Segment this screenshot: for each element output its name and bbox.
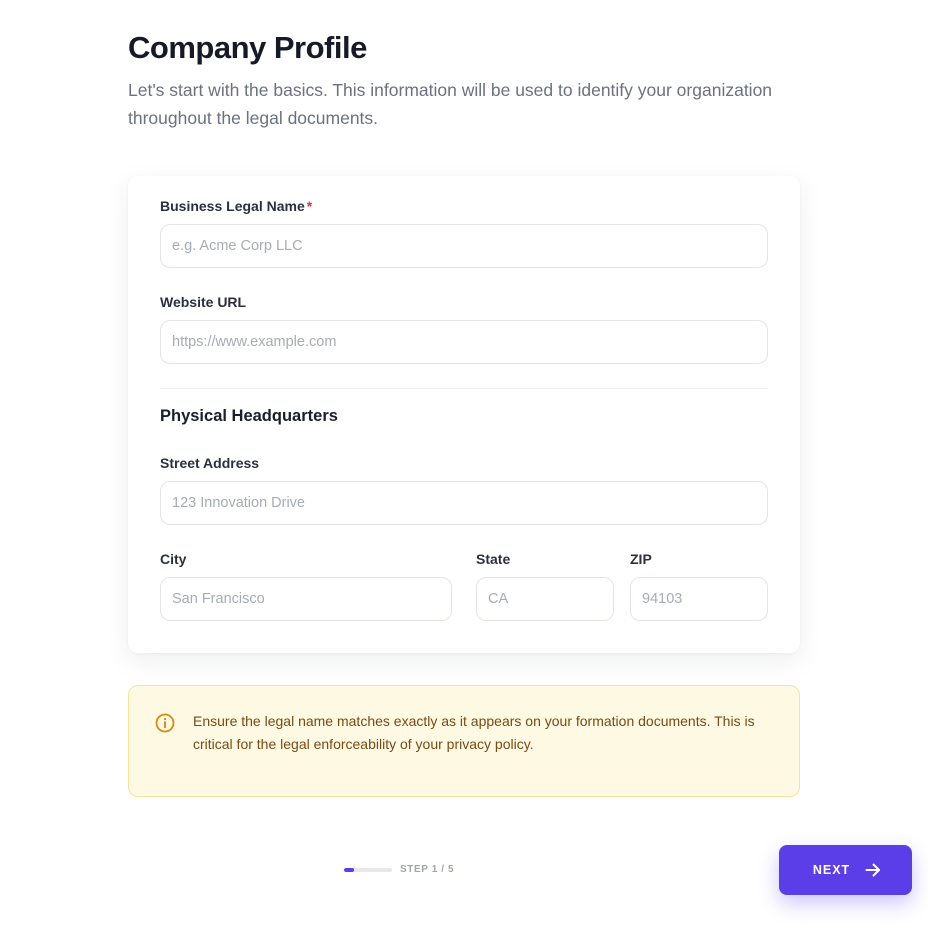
step-progress-fill: [344, 868, 354, 872]
website-url-label: Website URL: [160, 294, 247, 310]
business-name-label-text: Business Legal Name: [160, 198, 305, 214]
alert-message: Ensure the legal name matches exactly as…: [193, 713, 755, 752]
legal-name-alert: Ensure the legal name matches exactly as…: [128, 685, 800, 797]
required-asterisk: *: [306, 198, 313, 214]
street-address-label: Street Address: [160, 455, 260, 471]
city-label: City: [160, 551, 187, 567]
city-input[interactable]: [160, 577, 452, 621]
page-subtitle: Let's start with the basics. This inform…: [128, 80, 773, 128]
hq-section-title: Physical Headquarters: [160, 407, 338, 425]
zip-label: ZIP: [630, 551, 652, 567]
state-label: State: [476, 551, 511, 567]
next-button-label: NEXT: [812, 863, 851, 877]
company-profile-page: Company Profile Let's start with the bas…: [0, 0, 928, 951]
arrow-right-icon: [865, 863, 881, 877]
form-card: Business Legal Name* Website URL Physica…: [128, 176, 800, 653]
zip-input[interactable]: [630, 577, 768, 621]
section-divider: [160, 388, 768, 389]
street-address-input[interactable]: [160, 481, 768, 525]
step-indicator: STEP 1 / 5: [400, 864, 455, 875]
next-button[interactable]: NEXT: [779, 845, 912, 895]
step-progress-bar: [344, 868, 392, 872]
business-name-label: Business Legal Name *: [160, 198, 312, 214]
page-title: Company Profile: [128, 30, 367, 65]
info-icon: [155, 713, 175, 733]
website-url-input[interactable]: [160, 320, 768, 364]
state-input[interactable]: [476, 577, 614, 621]
business-name-input[interactable]: [160, 224, 768, 268]
